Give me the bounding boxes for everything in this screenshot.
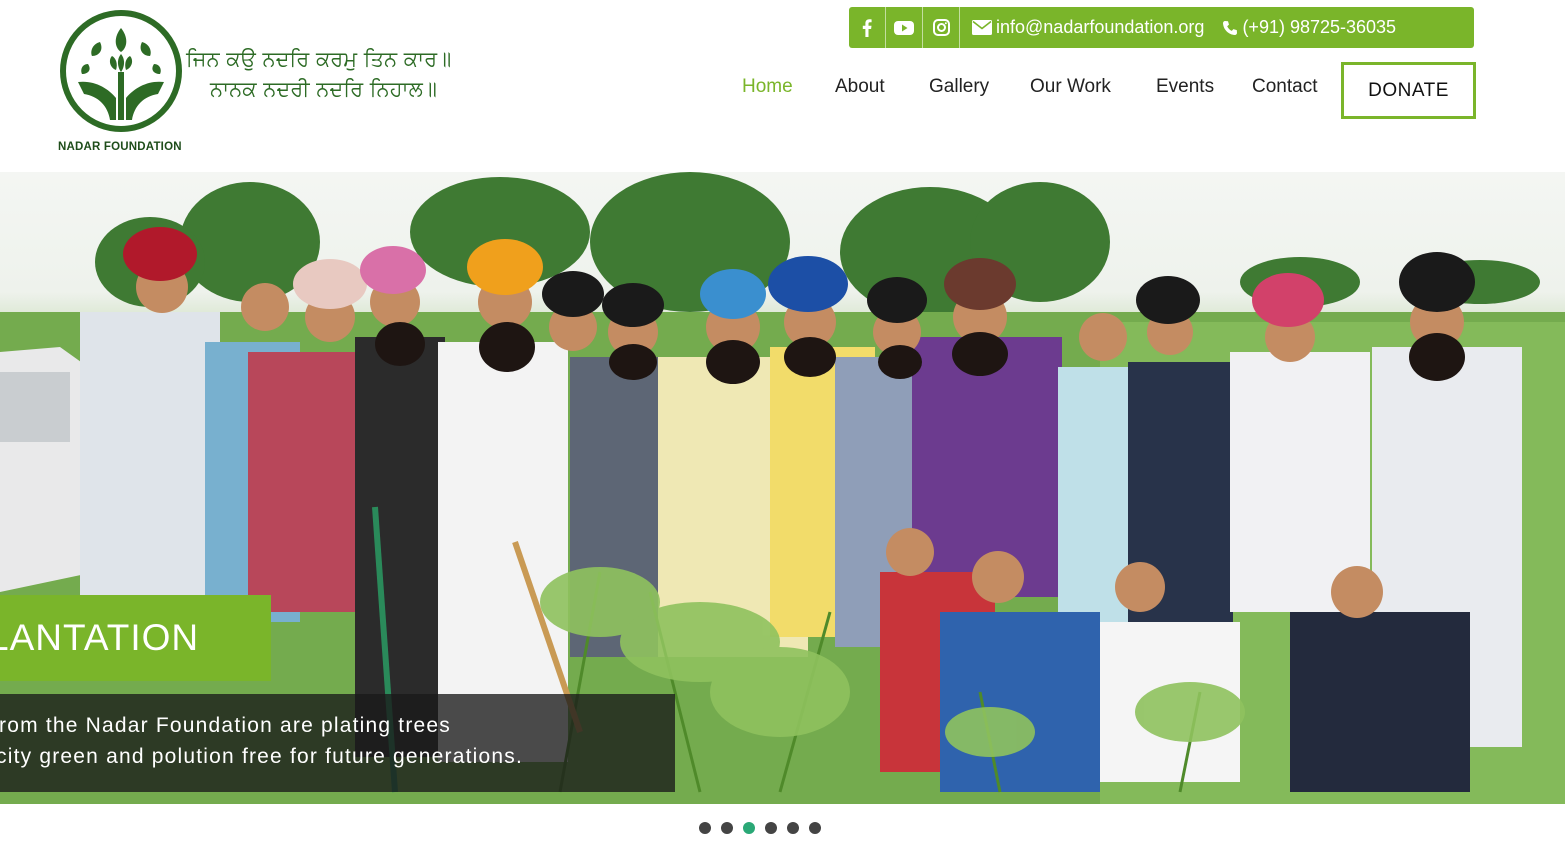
slider-dot-4[interactable] — [765, 822, 777, 834]
phone-icon — [1223, 20, 1238, 35]
facebook-icon[interactable] — [849, 7, 886, 48]
youtube-icon[interactable] — [886, 7, 923, 48]
slider-dot-1[interactable] — [699, 822, 711, 834]
nav-about[interactable]: About — [835, 76, 885, 98]
slide-title: LANTATION — [0, 595, 271, 681]
logo-name: NADAR FOUNDATION — [58, 141, 182, 153]
slide-caption: from the Nadar Foundation are plating tr… — [0, 694, 675, 792]
motto-line-2: ਨਾਨਕ ਨਦਰੀ ਨਦਰਿ ਨਿਹਾਲ॥ — [210, 77, 437, 101]
nav-our-work[interactable]: Our Work — [1030, 76, 1111, 98]
caption-line-1: from the Nadar Foundation are plating tr… — [0, 714, 451, 737]
nav-events[interactable]: Events — [1156, 76, 1214, 98]
slider-dot-2[interactable] — [721, 822, 733, 834]
email-link[interactable]: info@nadarfoundation.org — [972, 17, 1204, 38]
envelope-icon — [972, 20, 992, 35]
site-header: NADAR FOUNDATION ਜਿਨ ਕਉ ਨਦਰਿ ਕਰਮੁ ਤਿਨ ਕਾ… — [0, 0, 1565, 172]
slider-dot-6[interactable] — [809, 822, 821, 834]
slide-title-text: LANTATION — [0, 617, 200, 658]
phone-link[interactable]: (+91) 98725-36035 — [1222, 17, 1396, 38]
donate-button[interactable]: DONATE — [1341, 62, 1476, 119]
nadar-foundation-logo[interactable]: NADAR FOUNDATION — [56, 10, 196, 160]
slider-pagination — [699, 822, 821, 834]
logo-emblem — [60, 10, 182, 132]
gurbani-motto: ਜਿਨ ਕਉ ਨਦਰਿ ਕਰਮੁ ਤਿਨ ਕਾਰ॥ ਨਾਨਕ ਨਦਰੀ ਨਦਰਿ… — [186, 44, 451, 104]
contact-bar: info@nadarfoundation.org (+91) 98725-360… — [849, 7, 1474, 48]
nav-home[interactable]: Home — [742, 76, 793, 98]
slider-dot-3[interactable] — [743, 822, 755, 834]
instagram-icon[interactable] — [923, 7, 960, 48]
nav-contact[interactable]: Contact — [1252, 76, 1317, 98]
hero-slider[interactable]: LANTATION from the Nadar Foundation are … — [0, 172, 1565, 804]
nav-gallery[interactable]: Gallery — [929, 76, 989, 98]
slider-dot-5[interactable] — [787, 822, 799, 834]
email-text: info@nadarfoundation.org — [996, 17, 1205, 37]
phone-text: (+91) 98725-36035 — [1242, 17, 1397, 37]
motto-line-1: ਜਿਨ ਕਉ ਨਦਰਿ ਕਰਮੁ ਤਿਨ ਕਾਰ॥ — [186, 47, 452, 71]
caption-line-2: city green and polution free for future … — [0, 745, 524, 768]
